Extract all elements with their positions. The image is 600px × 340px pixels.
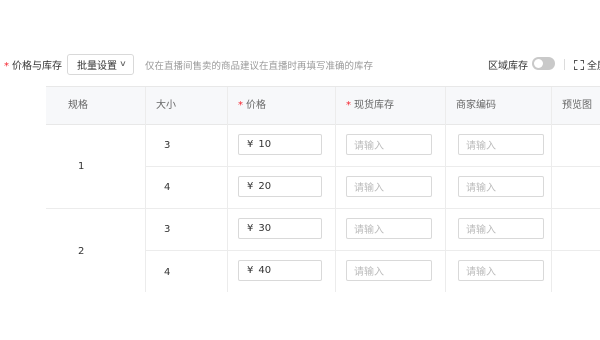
size-cell: 4 xyxy=(146,251,228,292)
price-input[interactable]: ¥30 xyxy=(238,218,322,239)
section-label-text: 价格与库存 xyxy=(12,61,62,72)
stock-cell: 请输入 xyxy=(336,251,446,292)
stock-input[interactable]: 请输入 xyxy=(346,134,432,155)
col-merchant-code: 商家编码 xyxy=(446,87,552,125)
batch-settings-dropdown[interactable]: 批量设置 ∨ xyxy=(67,54,134,75)
merchant-code-cell: 请输入 xyxy=(446,209,552,251)
price-cell: ¥10 xyxy=(228,125,336,167)
col-preview: 预览图 xyxy=(552,87,600,125)
spec-cell: 1 xyxy=(46,125,146,209)
price-input[interactable]: ¥40 xyxy=(238,260,322,281)
preview-cell[interactable] xyxy=(552,125,600,167)
stock-input[interactable]: 请输入 xyxy=(346,260,432,281)
fullscreen-label: 全屏 xyxy=(587,61,600,72)
table-header: 规格 大小 * 价格 * 现货库存 商家编码 预览图 xyxy=(46,87,600,125)
col-size: 大小 xyxy=(146,87,228,125)
chevron-down-icon: ∨ xyxy=(119,59,127,68)
stock-input[interactable]: 请输入 xyxy=(346,176,432,197)
size-cell: 4 xyxy=(146,167,228,209)
size-cell: 3 xyxy=(146,209,228,251)
preview-cell[interactable] xyxy=(552,167,600,209)
spec-cell: 2 xyxy=(46,209,146,292)
fullscreen-icon xyxy=(574,59,584,70)
required-mark: * xyxy=(4,61,9,72)
price-input[interactable]: ¥20 xyxy=(238,176,322,197)
toggle-knob xyxy=(534,59,543,68)
merchant-code-cell: 请输入 xyxy=(446,167,552,209)
price-input[interactable]: ¥10 xyxy=(238,134,322,155)
price-cell: ¥40 xyxy=(228,251,336,292)
section-label: * 价格与库存 xyxy=(4,57,62,72)
stock-cell: 请输入 xyxy=(336,167,446,209)
required-mark: * xyxy=(346,100,351,111)
sku-table: 规格 大小 * 价格 * 现货库存 商家编码 预览图 1 3 ¥10 请输入 请输入… xyxy=(46,86,600,292)
merchant-code-input[interactable]: 请输入 xyxy=(458,218,544,239)
col-stock: * 现货库存 xyxy=(336,87,446,125)
col-price: * 价格 xyxy=(228,87,336,125)
col-spec: 规格 xyxy=(46,87,146,125)
merchant-code-input[interactable]: 请输入 xyxy=(458,134,544,155)
stock-input[interactable]: 请输入 xyxy=(346,218,432,239)
preview-cell[interactable] xyxy=(552,251,600,292)
stock-cell: 请输入 xyxy=(336,125,446,167)
price-cell: ¥30 xyxy=(228,209,336,251)
region-stock-toggle[interactable] xyxy=(532,57,555,70)
stock-hint: 仅在直播间售卖的商品建议在直播时再填写准确的库存 xyxy=(145,61,374,72)
merchant-code-cell: 请输入 xyxy=(446,251,552,292)
size-cell: 3 xyxy=(146,125,228,167)
region-stock-label: 区域库存 xyxy=(488,61,528,72)
batch-settings-label: 批量设置 xyxy=(77,61,117,72)
price-stock-toolbar: * 价格与库存 批量设置 ∨ 仅在直播间售卖的商品建议在直播时再填写准确的库存 区… xyxy=(0,52,600,78)
preview-cell[interactable] xyxy=(552,209,600,251)
merchant-code-input[interactable]: 请输入 xyxy=(458,260,544,281)
toolbar-divider xyxy=(564,59,565,70)
price-cell: ¥20 xyxy=(228,167,336,209)
required-mark: * xyxy=(238,100,243,111)
merchant-code-cell: 请输入 xyxy=(446,125,552,167)
merchant-code-input[interactable]: 请输入 xyxy=(458,176,544,197)
fullscreen-button[interactable]: 全屏 xyxy=(574,57,600,72)
stock-cell: 请输入 xyxy=(336,209,446,251)
